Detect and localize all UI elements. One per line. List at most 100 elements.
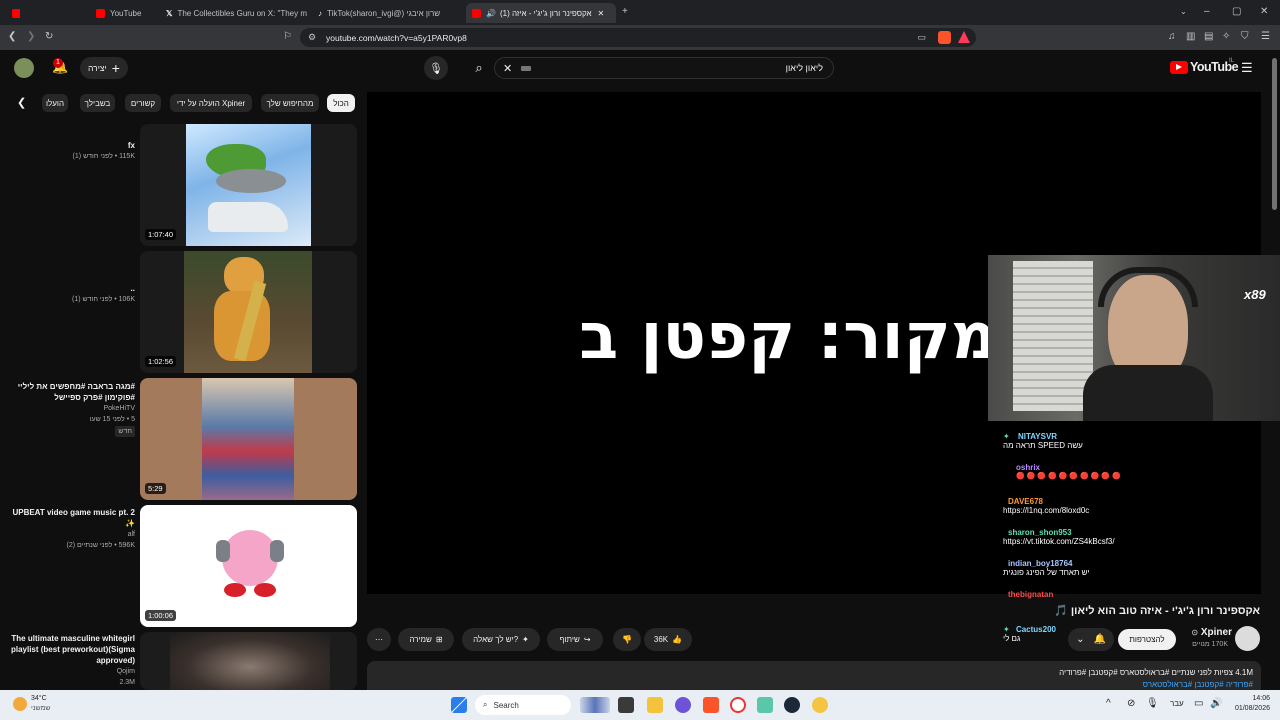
tray-mic-icon[interactable]: 🎙 bbox=[1146, 698, 1159, 709]
tab-tiktok[interactable]: ♪ TikTok(sharon_ivgi@) שרון איבגי bbox=[312, 3, 462, 23]
minimize-icon[interactable]: – bbox=[1204, 6, 1210, 18]
taskbar-search-box[interactable]: ⌕ Search bbox=[475, 695, 571, 715]
tray-chevron-icon[interactable]: ^ bbox=[1106, 698, 1111, 709]
notification-settings-button[interactable]: ⌄ 🔔 bbox=[1068, 628, 1114, 651]
subscribe-button[interactable]: להצטרפות bbox=[1118, 629, 1176, 650]
forward-icon[interactable]: ❯ bbox=[27, 31, 35, 43]
browser-address-bar: ❮ ❯ ↻ ⚐ ⚙ youtube.com/watch?v=a5y1PAR0vp… bbox=[0, 25, 1280, 50]
bell-icon: 🔔 bbox=[1093, 634, 1106, 645]
clock-time[interactable]: 14:06 bbox=[1222, 695, 1270, 702]
description-box[interactable]: 4.1M צפיות לפני שנתיים #בראולסטארס #קפטנ… bbox=[367, 661, 1261, 690]
weather-desc: שמשני bbox=[31, 705, 51, 712]
tray-volume-icon[interactable]: 🔊 bbox=[1210, 698, 1222, 709]
menu-icon[interactable]: ☰ bbox=[1261, 31, 1270, 43]
video-thumbnail[interactable]: 1:07:40 bbox=[140, 124, 357, 246]
guide-menu-icon[interactable]: ☰ bbox=[1241, 60, 1253, 76]
media-icon[interactable]: ♫ bbox=[1168, 31, 1176, 43]
chat-text: גם לי bbox=[1003, 634, 1021, 643]
list-item[interactable]: fx 115K • לפני חודש (1) bbox=[10, 140, 135, 162]
chip-all[interactable]: הכול bbox=[327, 94, 355, 112]
dislike-button[interactable]: 👎 bbox=[613, 628, 641, 651]
tab-youtube[interactable]: YouTube bbox=[90, 3, 150, 23]
chat-message: thebignatan bbox=[1003, 590, 1053, 599]
cast-icon[interactable]: ▭ bbox=[917, 32, 926, 43]
chip-uploads[interactable]: הועלו bbox=[42, 94, 68, 112]
youtube-favicon-tab[interactable] bbox=[6, 3, 20, 23]
steam-icon[interactable] bbox=[784, 697, 800, 713]
tab-collectibles-guru[interactable]: 𝕏 The Collectibles Guru on X: "They m bbox=[160, 3, 308, 23]
video-thumbnail[interactable]: 1:02:56 bbox=[140, 251, 357, 373]
chip-for-you[interactable]: בשבילך bbox=[80, 94, 115, 112]
brave-browser-icon[interactable] bbox=[703, 697, 719, 713]
sidebar-icon[interactable]: ▥ bbox=[1186, 31, 1195, 43]
weather-temp: 34°C bbox=[31, 695, 47, 702]
language-indicator[interactable]: עבר bbox=[1170, 699, 1184, 708]
chat-username: indian_boy18764 bbox=[1008, 559, 1073, 568]
channel-name: PokeHiTV bbox=[103, 405, 135, 412]
save-button[interactable]: שמירה ⊞ bbox=[398, 628, 454, 651]
video-thumbnail[interactable]: 1:00:06 bbox=[140, 505, 357, 627]
brave-shield-icon[interactable] bbox=[938, 31, 951, 44]
list-item[interactable]: #מגה בראבה #מחפשים את ליליי #פוקימון #פר… bbox=[10, 381, 135, 437]
clock-date[interactable]: 01/08/2026 bbox=[1222, 705, 1270, 712]
kirby-foot-shape bbox=[254, 583, 276, 597]
tray-display-icon[interactable]: ▭ bbox=[1194, 698, 1203, 709]
file-explorer-icon[interactable] bbox=[647, 697, 663, 713]
site-info-icon[interactable]: ⚙ bbox=[308, 32, 316, 43]
clear-search-icon[interactable]: ✕ bbox=[503, 62, 512, 75]
windows-start-icon[interactable] bbox=[451, 697, 467, 713]
channel-avatar[interactable] bbox=[1235, 626, 1260, 651]
reload-icon[interactable]: ↻ bbox=[45, 31, 53, 43]
avatar[interactable] bbox=[14, 58, 34, 78]
video-thumbnail[interactable] bbox=[140, 632, 357, 690]
app-icon[interactable] bbox=[757, 697, 773, 713]
url-bar[interactable]: ⚙ youtube.com/watch?v=a5y1PAR0vp8 ▭ bbox=[300, 28, 976, 47]
chip-from-search[interactable]: מהחיפוש שלך bbox=[261, 94, 319, 112]
widgets-icon[interactable] bbox=[580, 697, 610, 713]
back-icon[interactable]: ❮ bbox=[8, 31, 16, 43]
new-tab-icon[interactable]: + bbox=[622, 6, 628, 18]
duration-badge: 1:00:06 bbox=[145, 610, 177, 621]
headphone-right-shape bbox=[270, 540, 284, 562]
discord-icon[interactable] bbox=[675, 697, 691, 713]
close-window-icon[interactable]: ✕ bbox=[1260, 6, 1268, 18]
task-view-icon[interactable] bbox=[618, 697, 634, 713]
page-scrollbar[interactable] bbox=[1272, 58, 1277, 210]
chips-scroll-left-icon[interactable]: ❮ bbox=[17, 96, 26, 109]
brave-rewards-icon[interactable] bbox=[958, 31, 970, 43]
voice-search-button[interactable]: 🎙 bbox=[424, 56, 448, 80]
more-actions-button[interactable]: ⋯ bbox=[367, 628, 391, 651]
recording-app-icon[interactable] bbox=[730, 697, 746, 713]
fish-shape bbox=[216, 169, 286, 193]
vpn-icon[interactable]: ⛉ bbox=[1241, 31, 1249, 43]
weather-sun-icon[interactable] bbox=[13, 697, 27, 711]
list-item[interactable]: The ultimate masculine whitegirl playlis… bbox=[10, 633, 135, 688]
plus-icon: + bbox=[111, 60, 120, 76]
chip-uploaded-by[interactable]: הועלה על ידי Xpiner bbox=[170, 94, 252, 112]
x-logo-icon: 𝕏 bbox=[166, 8, 173, 18]
wallet-icon[interactable]: ▤ bbox=[1204, 31, 1213, 43]
search-button[interactable]: ⌕ bbox=[467, 56, 491, 80]
keyboard-icon[interactable] bbox=[521, 66, 531, 71]
search-input[interactable]: ✕ ליאון ליאון bbox=[494, 57, 834, 79]
tray-network-icon[interactable]: ⊘ bbox=[1127, 698, 1135, 709]
close-tab-icon[interactable]: ✕ bbox=[598, 9, 605, 18]
create-button[interactable]: יצירה + bbox=[80, 57, 128, 79]
share-button[interactable]: שיתוף ↪ bbox=[547, 628, 603, 651]
bookmark-icon[interactable]: ⚐ bbox=[283, 31, 292, 43]
chat-username: DAVE678 bbox=[1008, 497, 1043, 506]
leo-ai-icon[interactable]: ✧ bbox=[1222, 31, 1230, 43]
url-text: youtube.com/watch?v=a5y1PAR0vp8 bbox=[326, 32, 467, 43]
chip-related[interactable]: קשורים bbox=[125, 94, 161, 112]
channel-name[interactable]: ⊙ Xpiner bbox=[1186, 627, 1232, 638]
video-thumbnail[interactable]: 5:29 bbox=[140, 378, 357, 500]
app-icon[interactable] bbox=[812, 697, 828, 713]
maximize-icon[interactable]: ▢ bbox=[1232, 6, 1241, 18]
tab-search-icon[interactable]: ⌄ bbox=[1180, 6, 1187, 18]
verified-icon: ⊙ bbox=[1191, 628, 1199, 637]
like-button[interactable]: 36K 👍 bbox=[644, 628, 692, 651]
list-item[interactable]: .. 106K • לפני חודש (1) bbox=[10, 283, 135, 305]
ask-button[interactable]: יש לך שאלה? ✦ bbox=[462, 628, 540, 651]
list-item[interactable]: UPBEAT video game music pt. 2 ✨ alf 596K… bbox=[10, 507, 135, 551]
tab-active-video[interactable]: 🔊 (1) אקספינר ורון ג'יג'י - איזה ✕ bbox=[466, 3, 616, 23]
